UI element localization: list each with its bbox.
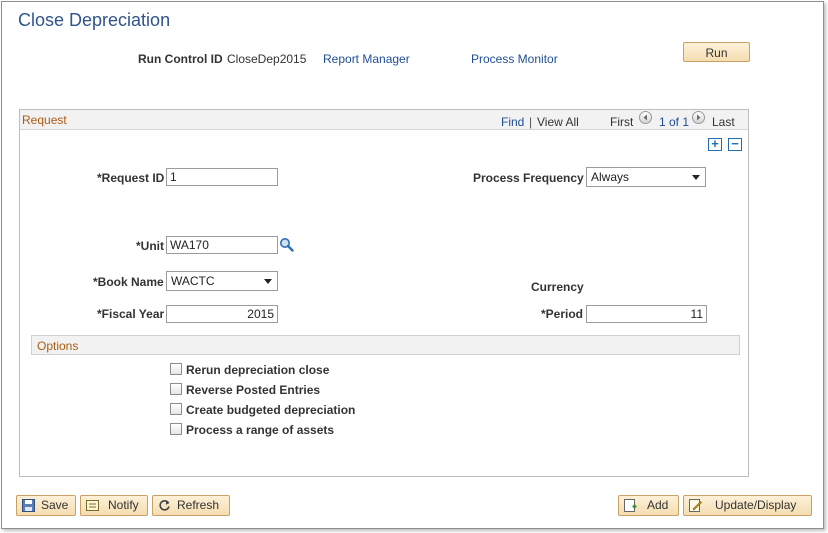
previous-icon[interactable] bbox=[639, 111, 652, 124]
find-link[interactable]: Find bbox=[501, 115, 524, 129]
process-monitor-link[interactable]: Process Monitor bbox=[471, 52, 558, 66]
request-title: Request bbox=[22, 113, 67, 127]
save-icon bbox=[22, 499, 35, 512]
options-title: Options bbox=[37, 339, 79, 353]
fiscal-year-input[interactable] bbox=[166, 305, 278, 323]
process-frequency-value: Always bbox=[591, 170, 630, 184]
reverse-posted-label: Reverse Posted Entries bbox=[186, 383, 321, 397]
request-id-input[interactable] bbox=[166, 168, 278, 186]
run-button[interactable]: Run bbox=[683, 42, 750, 62]
refresh-icon bbox=[159, 500, 170, 511]
last-label: Last bbox=[712, 115, 735, 129]
page-title: Close Depreciation bbox=[18, 10, 171, 30]
rerun-depreciation-checkbox[interactable] bbox=[170, 363, 182, 375]
save-label: Save bbox=[41, 498, 69, 512]
next-icon[interactable] bbox=[692, 111, 705, 124]
add-row-icon[interactable]: + bbox=[708, 137, 722, 151]
period-input[interactable] bbox=[586, 305, 707, 323]
nav-separator: | bbox=[529, 115, 533, 129]
run-control-label: Run Control ID bbox=[138, 52, 223, 66]
process-frequency-label: Process Frequency bbox=[473, 171, 584, 185]
notify-label: Notify bbox=[108, 498, 139, 512]
row-count: 1 of 1 bbox=[659, 115, 690, 129]
create-budgeted-checkbox[interactable] bbox=[170, 403, 182, 415]
dropdown-arrow-icon bbox=[264, 279, 272, 284]
save-button[interactable]: Save bbox=[16, 495, 76, 516]
view-all-link[interactable]: View All bbox=[537, 115, 579, 129]
notify-icon bbox=[86, 500, 99, 511]
update-display-button[interactable]: Update/Display bbox=[683, 495, 812, 516]
period-label: *Period bbox=[541, 307, 584, 321]
process-range-label: Process a range of assets bbox=[186, 423, 335, 437]
book-name-select[interactable]: WACTC bbox=[166, 271, 278, 291]
rerun-depreciation-label: Rerun depreciation close bbox=[186, 363, 330, 377]
report-manager-link[interactable]: Report Manager bbox=[323, 52, 410, 66]
create-budgeted-label: Create budgeted depreciation bbox=[186, 403, 356, 417]
request-id-label: *Request ID bbox=[97, 171, 165, 185]
refresh-label: Refresh bbox=[177, 498, 220, 512]
update-display-label: Update/Display bbox=[715, 498, 797, 512]
add-icon bbox=[624, 499, 637, 512]
run-control-value: CloseDep2015 bbox=[227, 52, 307, 66]
add-label: Add bbox=[647, 498, 669, 512]
fiscal-year-label: *Fiscal Year bbox=[97, 307, 165, 321]
request-group bbox=[19, 109, 749, 477]
options-header bbox=[31, 335, 740, 355]
currency-label: Currency bbox=[531, 280, 584, 294]
book-name-label: *Book Name bbox=[93, 275, 164, 289]
add-button[interactable]: Add bbox=[618, 495, 679, 516]
refresh-button[interactable]: Refresh bbox=[152, 495, 230, 516]
book-name-value: WACTC bbox=[171, 274, 215, 288]
dropdown-arrow-icon bbox=[692, 175, 700, 180]
notify-button[interactable]: Notify bbox=[80, 495, 148, 516]
unit-label: *Unit bbox=[136, 239, 164, 253]
first-label: First bbox=[610, 115, 634, 129]
process-range-checkbox[interactable] bbox=[170, 423, 182, 435]
process-frequency-select[interactable]: Always bbox=[586, 167, 706, 187]
lookup-icon[interactable] bbox=[279, 237, 294, 252]
update-display-icon bbox=[689, 499, 702, 512]
unit-input[interactable] bbox=[166, 236, 278, 254]
delete-row-icon[interactable]: − bbox=[728, 137, 742, 151]
reverse-posted-checkbox[interactable] bbox=[170, 383, 182, 395]
